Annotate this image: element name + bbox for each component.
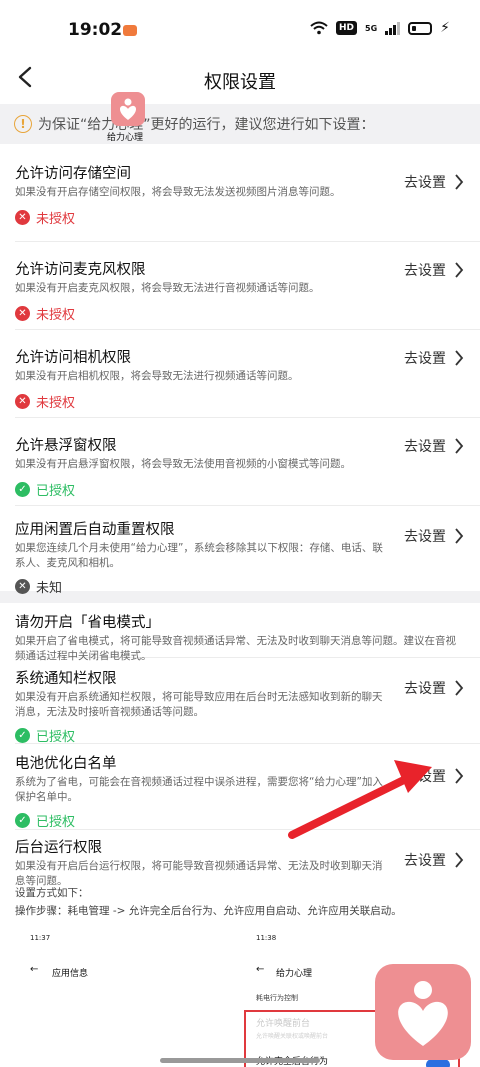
shot-title: 应用信息 xyxy=(52,969,89,979)
shot-back-icon: ← xyxy=(30,964,39,975)
toggle-switch[interactable] xyxy=(426,1059,450,1067)
example-shot-left: 11:37 ← 应用信息 xyxy=(0,928,240,1067)
app-logo xyxy=(111,92,145,126)
heart-person-icon xyxy=(119,98,137,120)
app-name: 给力心理 xyxy=(107,133,144,143)
heart-person-icon xyxy=(398,981,448,1046)
shot-title: 给力心理 xyxy=(276,969,313,979)
annotation-arrow xyxy=(288,760,432,839)
floating-app-logo[interactable] xyxy=(375,964,471,1060)
shot-back-icon: ← xyxy=(256,964,265,975)
shot-time: 11:37 xyxy=(30,934,51,942)
shot-time: 11:38 xyxy=(256,934,277,942)
energy-section-label: 耗电行为控制 xyxy=(256,994,298,1002)
home-indicator[interactable] xyxy=(160,1058,320,1063)
